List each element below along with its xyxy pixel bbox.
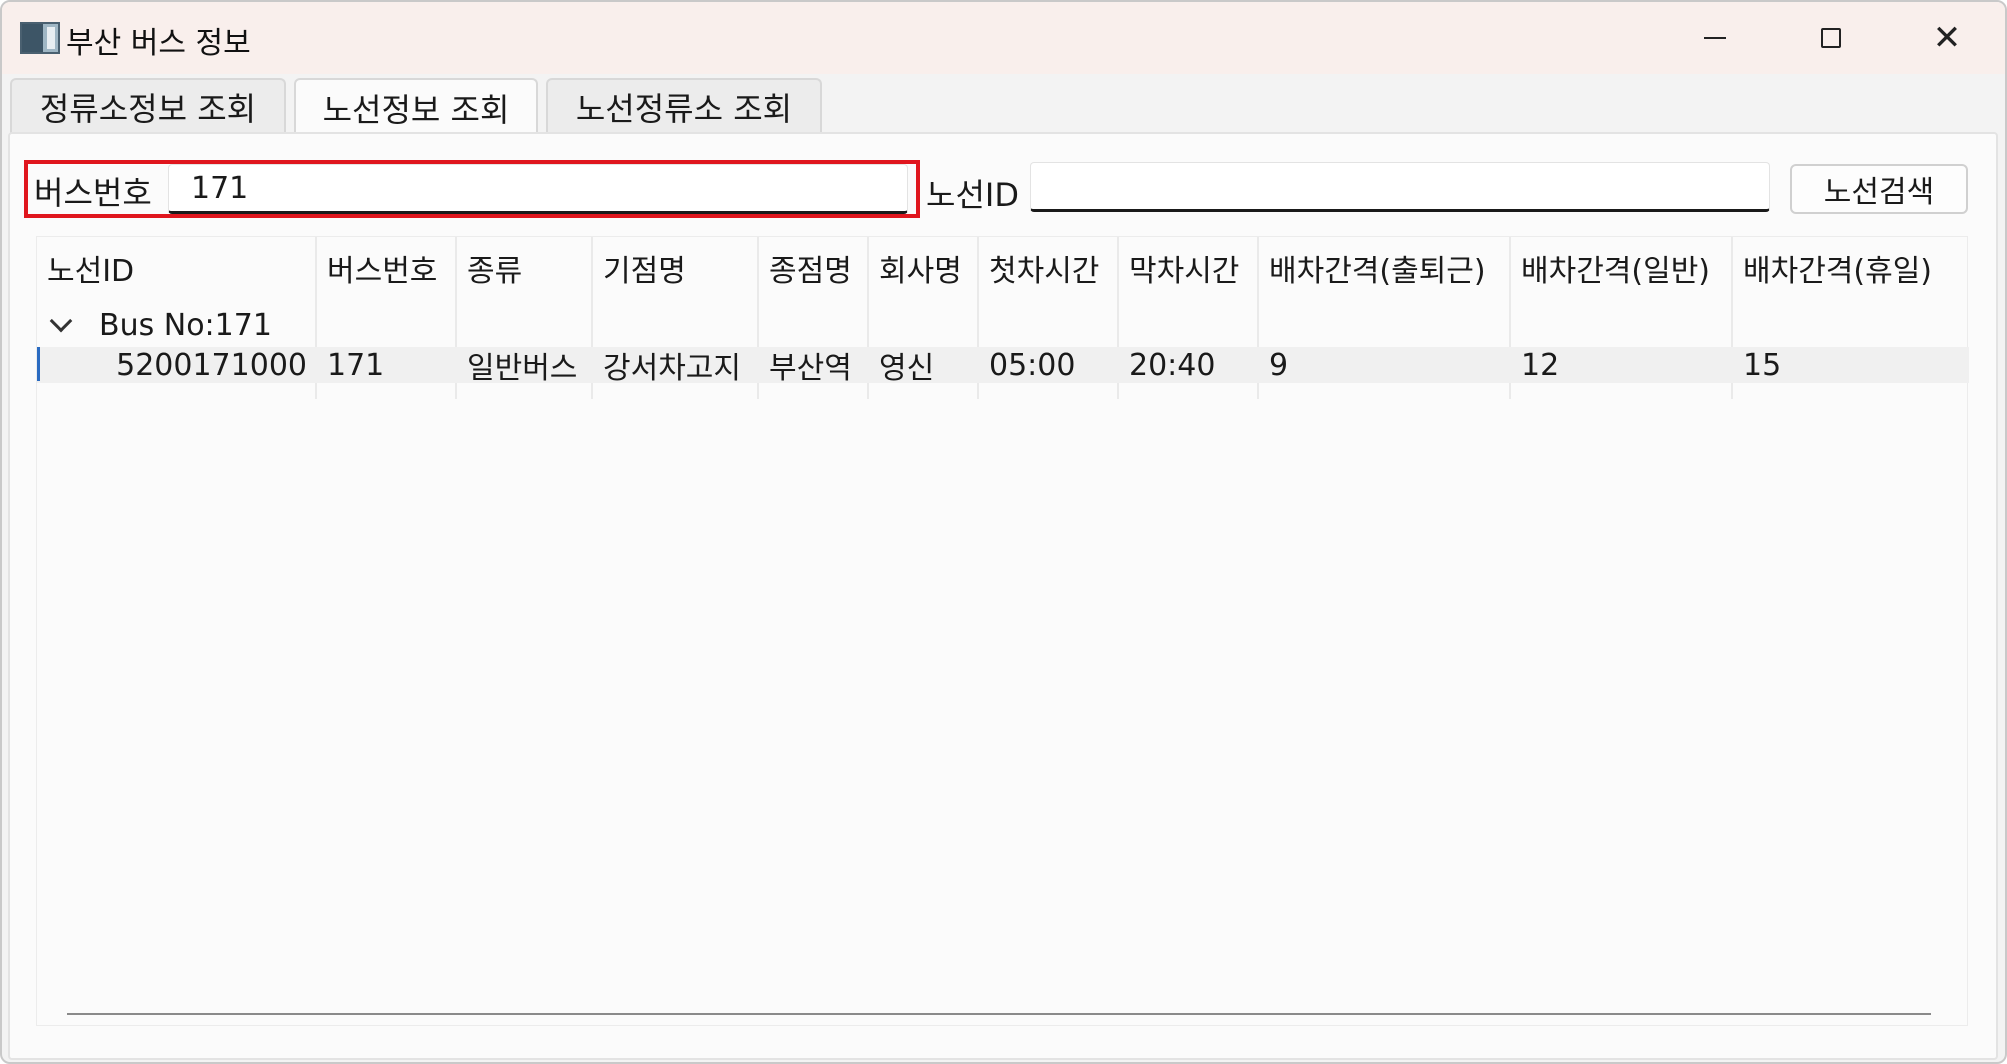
- bus-number-label: 버스번호: [34, 174, 152, 212]
- tab-route-info[interactable]: 노선정보 조회: [294, 78, 538, 136]
- column-header-type[interactable]: 종류: [457, 237, 593, 299]
- column-header-bus-number[interactable]: 버스번호: [317, 237, 457, 299]
- group-label: Bus No:171: [99, 307, 272, 343]
- cell-origin[interactable]: 강서차고지: [593, 345, 741, 386]
- cell-route-id[interactable]: 5200171000: [37, 345, 315, 385]
- column-header-interval-normal[interactable]: 배차간격(일반): [1511, 237, 1733, 299]
- route-id-input[interactable]: [1030, 162, 1770, 212]
- column-header-route-id[interactable]: 노선ID: [37, 237, 317, 299]
- title-bar[interactable]: 부산 버스 정보 ✕: [2, 2, 2005, 74]
- column-header-interval-holiday[interactable]: 배차간격(휴일): [1733, 237, 1969, 299]
- column-header-interval-peak[interactable]: 배차간격(출퇴근): [1259, 237, 1511, 299]
- cell-interval-normal[interactable]: 12: [1511, 345, 1559, 385]
- cell-interval-peak[interactable]: 9: [1259, 345, 1288, 385]
- cell-first-bus[interactable]: 05:00: [979, 345, 1075, 385]
- column-header-last-bus[interactable]: 막차시간: [1119, 237, 1259, 299]
- minimize-icon: [1704, 37, 1726, 39]
- close-button[interactable]: ✕: [1889, 2, 2005, 74]
- cell-bus-number[interactable]: 171: [317, 345, 384, 385]
- maximize-button[interactable]: [1773, 2, 1889, 74]
- column-header-destination[interactable]: 종점명: [759, 237, 869, 299]
- column-header-company[interactable]: 회사명: [869, 237, 979, 299]
- cell-last-bus[interactable]: 20:40: [1119, 345, 1215, 385]
- horizontal-scrollbar[interactable]: [67, 1013, 1931, 1015]
- column-header-first-bus[interactable]: 첫차시간: [979, 237, 1119, 299]
- app-window: 부산 버스 정보 ✕ 정류소정보 조회 노선정보 조회 노선정류소 조회 버스번…: [0, 0, 2007, 1064]
- chevron-down-icon[interactable]: [49, 309, 73, 333]
- route-search-button[interactable]: 노선검색: [1790, 164, 1968, 214]
- cell-type[interactable]: 일반버스: [457, 345, 577, 386]
- cell-destination[interactable]: 부산역: [759, 345, 852, 386]
- route-data-grid[interactable]: 노선ID 버스번호 종류 기점명 종점명 회사명 첫차시간 막차시간 배차간격(…: [36, 236, 1969, 1026]
- tab-stop-info[interactable]: 정류소정보 조회: [10, 78, 286, 134]
- minimize-button[interactable]: [1657, 2, 1773, 74]
- bus-number-input[interactable]: 171: [168, 164, 908, 214]
- cell-company[interactable]: 영신: [869, 345, 934, 386]
- window-app-icon: [20, 22, 60, 54]
- cell-interval-holiday[interactable]: 15: [1733, 345, 1781, 385]
- tab-route-stop[interactable]: 노선정류소 조회: [546, 78, 822, 134]
- route-id-label: 노선ID: [926, 176, 1019, 214]
- maximize-icon: [1821, 28, 1841, 48]
- window-title: 부산 버스 정보: [66, 26, 251, 61]
- close-icon: ✕: [1932, 18, 1962, 58]
- group-row-bus-171[interactable]: Bus No:171: [49, 305, 272, 345]
- column-header-origin[interactable]: 기점명: [593, 237, 759, 299]
